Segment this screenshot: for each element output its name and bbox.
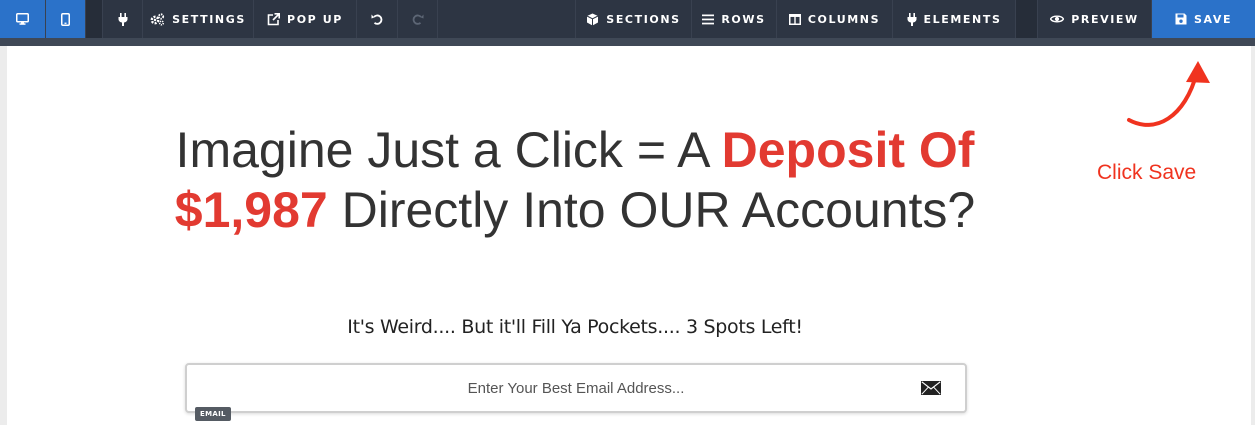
undo-button[interactable]: [357, 0, 398, 38]
canvas-frame-left: [0, 0, 7, 425]
desktop-view-button[interactable]: [0, 0, 46, 38]
email-field-tag: EMAIL: [195, 407, 231, 421]
rows-button[interactable]: ROWS: [692, 0, 777, 38]
popup-button[interactable]: POP UP: [254, 0, 357, 38]
floppy-disk-icon: [1175, 13, 1187, 25]
toolbar-divider: [1016, 0, 1038, 38]
redo-button[interactable]: [398, 0, 438, 38]
canvas-frame-right: [1251, 0, 1255, 425]
undo-icon: [371, 13, 383, 25]
page-headline[interactable]: Imagine Just a Click = A Deposit Of $1,9…: [150, 120, 1000, 240]
email-field-container: [185, 363, 967, 413]
annotation-arrow: [1120, 58, 1220, 143]
redo-icon: [412, 13, 424, 25]
save-label: SAVE: [1193, 12, 1233, 26]
eye-icon: [1050, 14, 1065, 24]
envelope-icon: [921, 381, 941, 400]
sections-label: SECTIONS: [606, 12, 681, 26]
columns-icon: [788, 13, 801, 25]
bars-icon: [702, 14, 715, 25]
preview-label: PREVIEW: [1071, 12, 1139, 26]
cube-icon: [586, 13, 599, 26]
toolbar-spacer: [438, 0, 576, 38]
page-subheadline[interactable]: It's Weird.... But it'll Fill Ya Pockets…: [150, 316, 1000, 338]
email-field[interactable]: [187, 365, 965, 411]
rows-label: ROWS: [721, 12, 766, 26]
cogs-icon: [150, 12, 165, 26]
headline-text-end: Directly Into OUR Accounts?: [327, 182, 976, 238]
mobile-view-button[interactable]: [46, 0, 86, 38]
editor-toolbar: SETTINGS POP UP SECTIONS ROWS COLUMNS EL…: [0, 0, 1255, 46]
settings-label: SETTINGS: [172, 12, 246, 26]
columns-label: COLUMNS: [807, 12, 881, 26]
desktop-icon: [16, 13, 29, 25]
external-link-icon: [267, 12, 281, 26]
columns-button[interactable]: COLUMNS: [777, 0, 893, 38]
annotation-click-save: Click Save: [1097, 161, 1197, 184]
settings-button[interactable]: SETTINGS: [143, 0, 254, 38]
preview-button[interactable]: PREVIEW: [1038, 0, 1152, 38]
sections-button[interactable]: SECTIONS: [576, 0, 692, 38]
mobile-icon: [61, 12, 70, 26]
toolbar-divider: [86, 0, 103, 38]
headline-text: Imagine Just a Click = A: [175, 122, 722, 178]
plug-icon: [907, 12, 917, 26]
popup-label: POP UP: [287, 12, 343, 26]
plug-icon: [118, 12, 128, 26]
integrations-button[interactable]: [103, 0, 143, 38]
elements-label: ELEMENTS: [923, 12, 1002, 26]
elements-button[interactable]: ELEMENTS: [893, 0, 1016, 38]
save-button[interactable]: SAVE: [1152, 0, 1255, 38]
